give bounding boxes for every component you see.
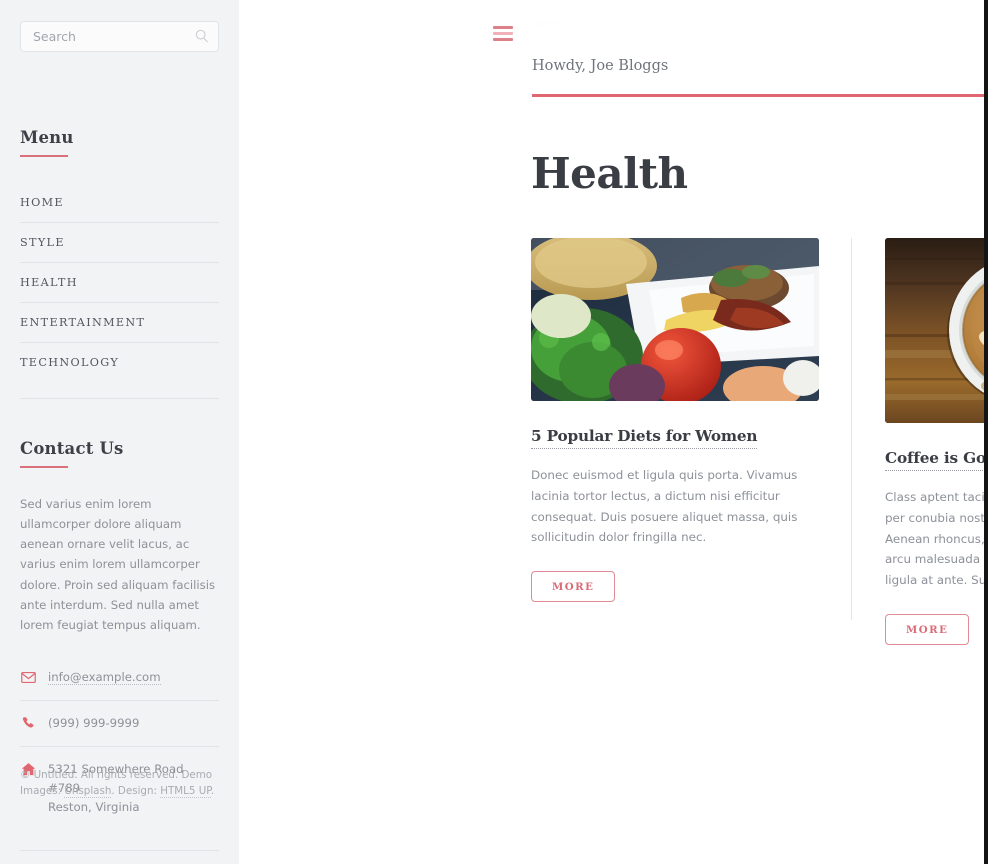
menu-toggle-button[interactable] — [493, 26, 513, 41]
post-thumbnail-coffee[interactable] — [885, 238, 988, 423]
sidebar: Menu HOME STYLE HEALTH ENTERTAINMENT TEC… — [0, 0, 239, 864]
contact-email-row[interactable]: info@example.com — [20, 655, 219, 701]
contact-list: info@example.com (999) 999-9999 5321 Som… — [20, 655, 219, 830]
main-content: Menu Howdy, Joe Bloggs Health 5 Popular … — [239, 0, 988, 864]
post-card: 5 Popular Diets for Women Donec euismod … — [531, 238, 819, 645]
menu-item[interactable]: STYLE — [20, 223, 219, 263]
post-thumbnail-food[interactable] — [531, 238, 819, 401]
food-photo — [531, 238, 819, 401]
menu-divider — [20, 398, 219, 399]
more-button[interactable]: MORE — [885, 614, 970, 646]
contact-description: Sed varius enim lorem ullamcorper dolore… — [20, 497, 216, 632]
copyright: © Untitled. All rights reserved. Demo Im… — [20, 768, 220, 800]
post-grid: 5 Popular Diets for Women Donec euismod … — [531, 238, 988, 646]
sidebar-item-health[interactable]: HEALTH — [20, 263, 219, 302]
search-icon[interactable] — [194, 28, 210, 44]
coffee-photo — [885, 238, 988, 423]
menu-section: Menu HOME STYLE HEALTH ENTERTAINMENT TEC… — [20, 128, 219, 399]
email-link[interactable]: info@example.com — [48, 669, 161, 685]
more-button[interactable]: MORE — [531, 571, 616, 603]
menu-list: HOME STYLE HEALTH ENTERTAINMENT TECHNOLO… — [20, 183, 219, 382]
page-title: Health — [531, 149, 688, 198]
hamburger-bar — [493, 38, 513, 41]
html5up-link[interactable]: HTML5 UP — [160, 785, 211, 799]
window-edge — [984, 0, 988, 864]
header-divider — [532, 94, 988, 97]
search-input[interactable] — [20, 21, 219, 52]
menu-heading-underline — [20, 155, 68, 157]
copyright-suffix: . — [210, 785, 215, 798]
contact-email-value[interactable]: info@example.com — [48, 668, 161, 687]
post-card: Coffee is Good for Your Health Class apt… — [885, 238, 988, 646]
copyright-middle: . Design: — [111, 785, 161, 798]
sidebar-item-entertainment[interactable]: ENTERTAINMENT — [20, 303, 219, 342]
contact-bottom-divider — [20, 849, 219, 851]
phone-icon — [22, 716, 34, 728]
menu-heading: Menu — [20, 128, 74, 147]
hamburger-bar — [493, 26, 513, 29]
search-box[interactable] — [20, 21, 219, 52]
post-title-link[interactable]: 5 Popular Diets for Women — [531, 427, 758, 449]
contact-heading: Contact Us — [20, 439, 124, 458]
unsplash-link[interactable]: Unsplash — [64, 785, 112, 799]
menu-item[interactable]: TECHNOLOGY — [20, 343, 219, 382]
contact-heading-underline — [20, 466, 68, 468]
menu-item[interactable]: HEALTH — [20, 263, 219, 303]
menu-item[interactable]: ENTERTAINMENT — [20, 303, 219, 343]
sidebar-item-style[interactable]: STYLE — [20, 223, 219, 262]
post-title-link[interactable]: Coffee is Good for Your Health — [885, 449, 988, 471]
contact-phone-row: (999) 999-9999 — [20, 701, 219, 747]
menu-item[interactable]: HOME — [20, 183, 219, 223]
sidebar-item-technology[interactable]: TECHNOLOGY — [20, 343, 219, 382]
envelope-icon — [21, 671, 36, 683]
post-body: Class aptent taciti sociosqu ad litora t… — [885, 490, 988, 588]
header-bar: Howdy, Joe Bloggs — [532, 56, 988, 84]
greeting-text: Howdy, Joe Bloggs — [532, 58, 669, 74]
hamburger-bar — [493, 32, 513, 35]
post-body: Donec euismod et ligula quis porta. Viva… — [531, 468, 798, 545]
contact-phone-value: (999) 999-9999 — [48, 715, 140, 730]
sidebar-item-home[interactable]: HOME — [20, 183, 219, 222]
menu-toggle-label[interactable]: Menu — [527, 16, 567, 31]
